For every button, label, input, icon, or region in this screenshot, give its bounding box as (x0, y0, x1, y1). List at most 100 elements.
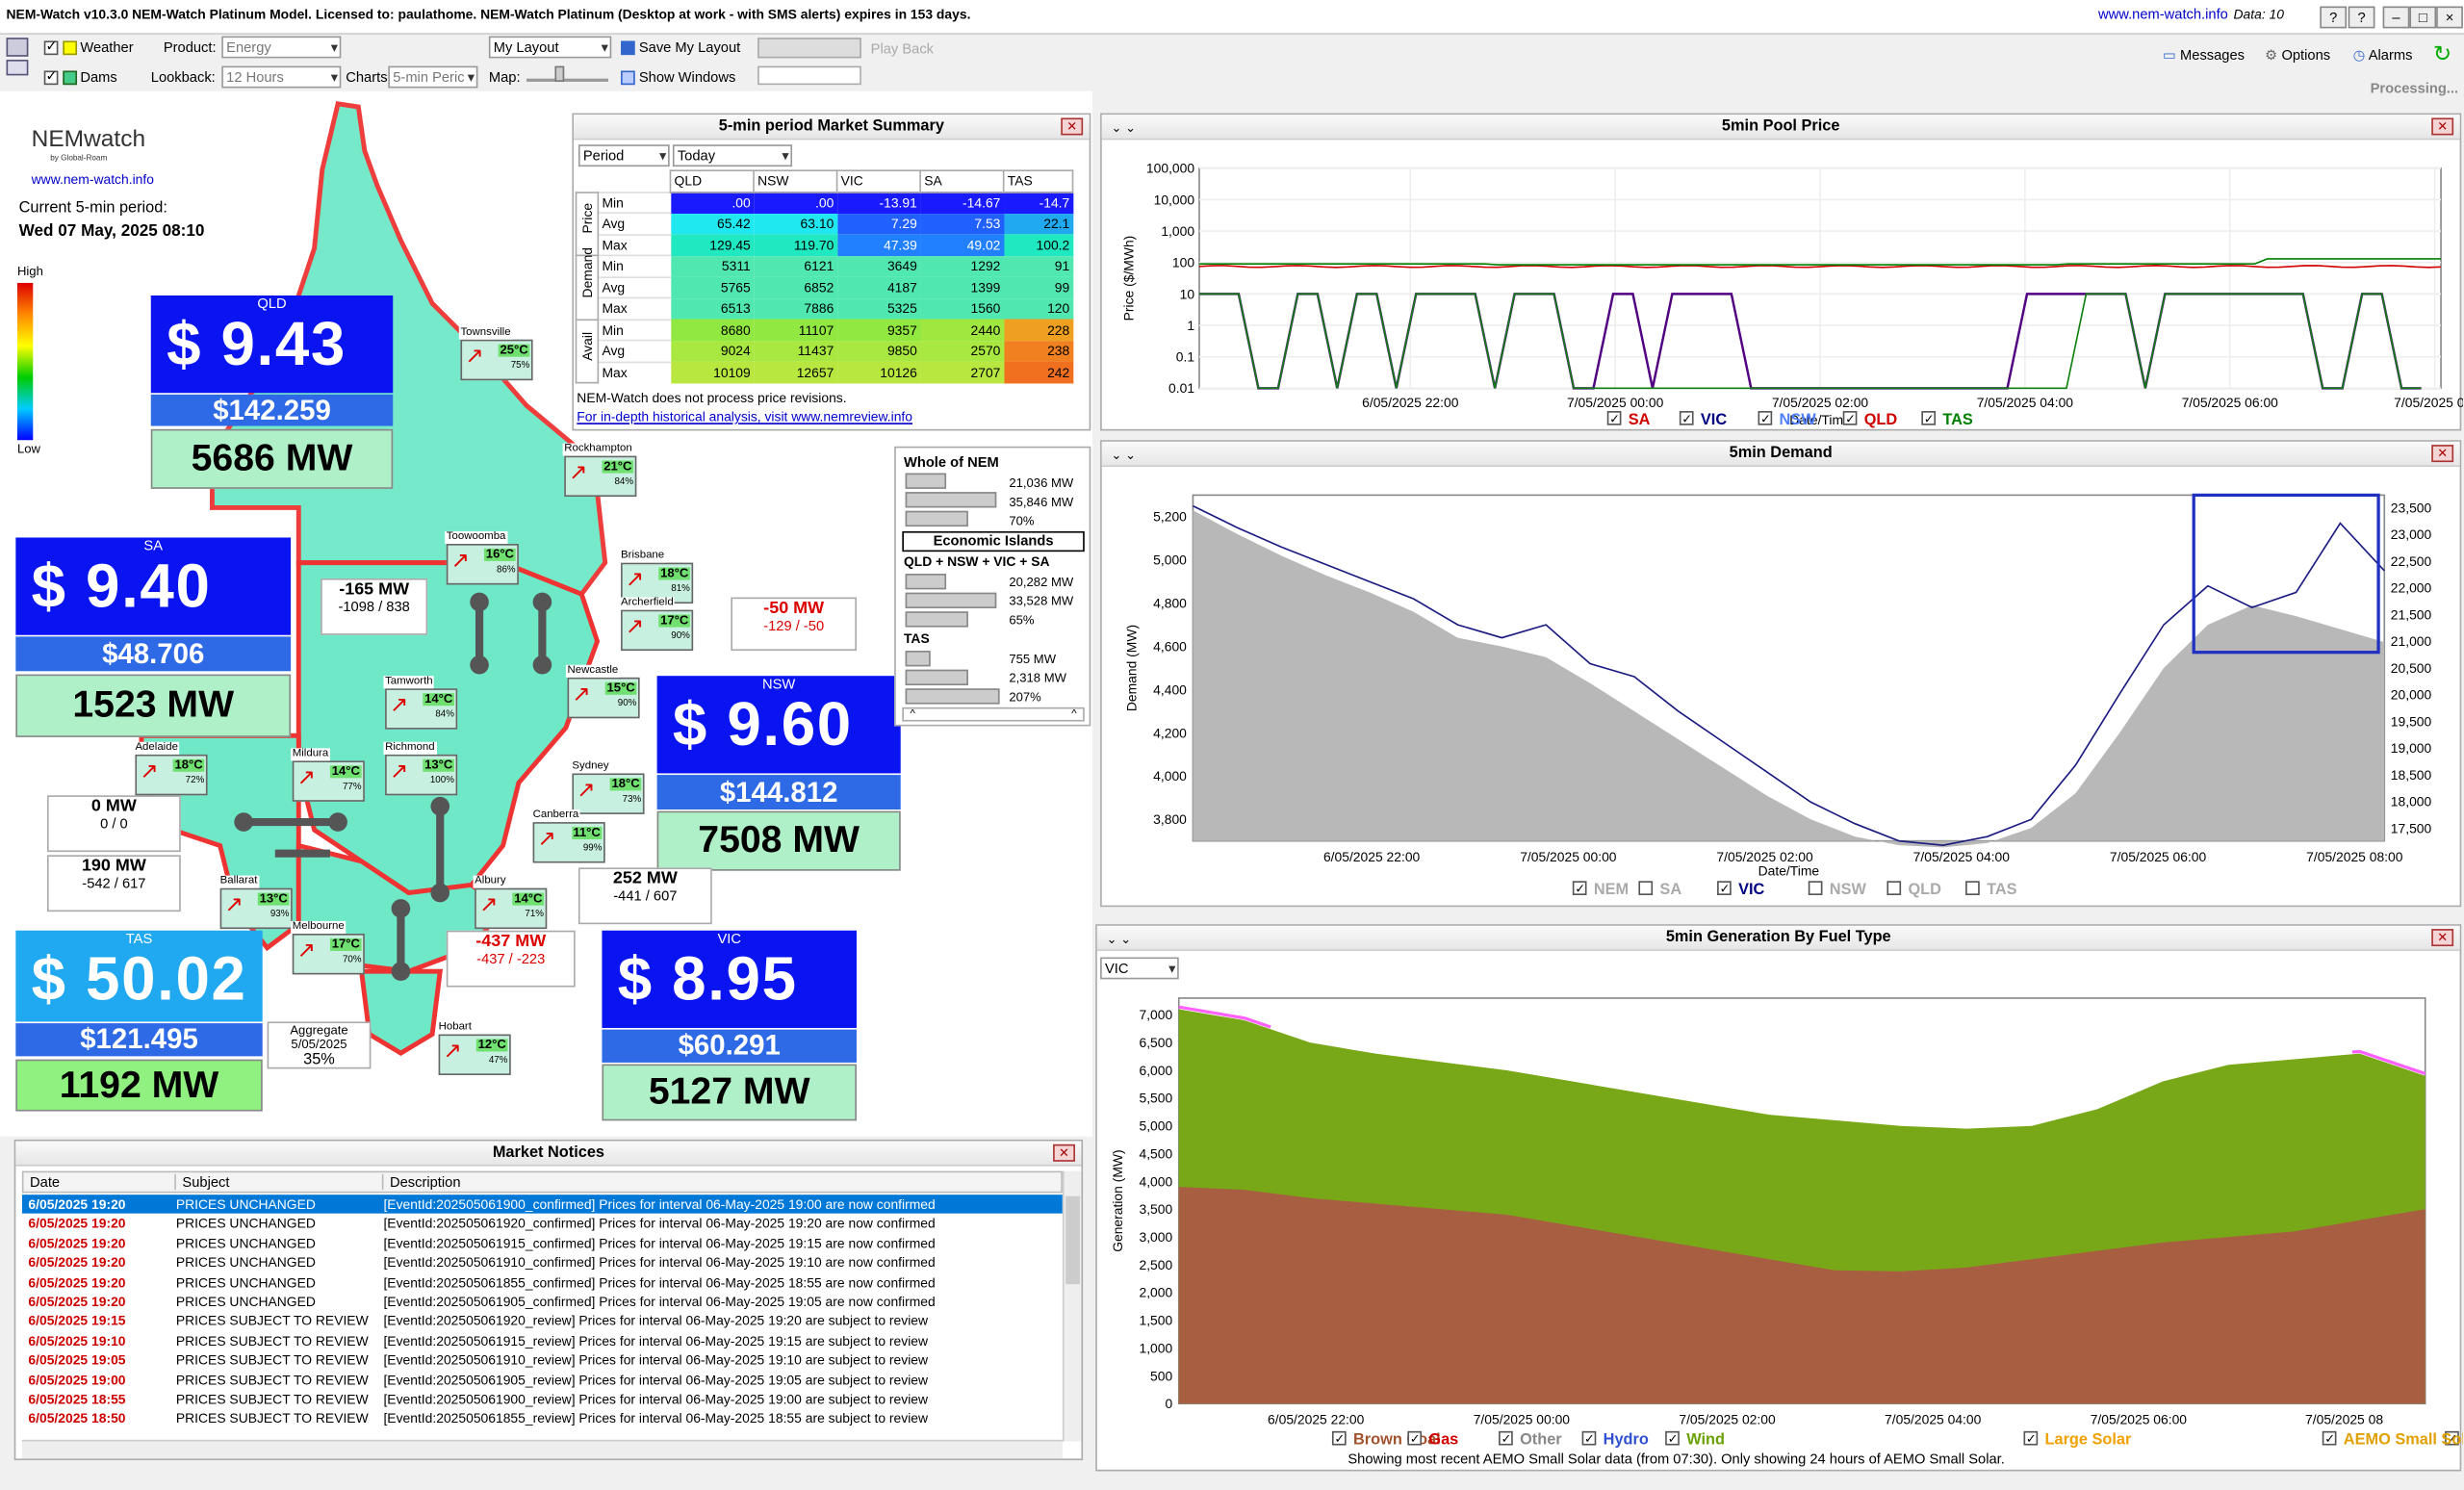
nsw-price-box[interactable]: NSW $ 9.60 (656, 676, 901, 774)
notice-row[interactable]: 6/05/2025 19:00 PRICES SUBJECT TO REVIEW [… (22, 1370, 1063, 1389)
close-icon[interactable]: ✕ (1061, 117, 1084, 136)
period-select[interactable]: Period (578, 144, 670, 167)
col-description[interactable]: Description (381, 1173, 461, 1191)
notice-row[interactable]: 6/05/2025 19:20 PRICES UNCHANGED [EventId:… (22, 1214, 1063, 1233)
legend-item[interactable]: ✓ Large Solar (2023, 1431, 2132, 1449)
qld-price-box[interactable]: QLD $ 9.43 (150, 295, 394, 394)
dams-checkbox[interactable] (43, 67, 59, 86)
interconnector-vic-nsw[interactable]: 252 MW -441 / 607 (578, 867, 712, 925)
close-icon[interactable]: × (2436, 6, 2463, 29)
interconnector-qld-nsw[interactable]: -165 MW -1098 / 838 (321, 578, 428, 635)
station-hobart[interactable]: Hobart ↗ 12°C 47% (436, 1021, 511, 1075)
interconnector-basslink[interactable]: -437 MW -437 / -223 (446, 930, 576, 988)
weather-checkbox[interactable] (43, 38, 59, 56)
alarms-button[interactable]: ◷ Alarms (2353, 47, 2413, 64)
today-select[interactable]: Today (672, 144, 793, 167)
station-richmond[interactable]: Richmond ↗ 13°C 100% (383, 741, 458, 796)
legend-item[interactable]: ✓ NEM (1572, 881, 1630, 898)
dams-toggle[interactable]: Dams (43, 67, 117, 86)
map-slider[interactable] (526, 65, 608, 82)
tas-price-box[interactable]: TAS $ 50.02 (15, 930, 263, 1022)
save-layout-button[interactable]: Save My Layout (621, 39, 740, 56)
notice-row[interactable]: 6/05/2025 19:15 PRICES SUBJECT TO REVIEW [… (22, 1312, 1063, 1331)
nemreview-link[interactable]: For in-depth historical analysis, visit … (577, 409, 912, 424)
legend-item[interactable]: ✓ Gas (1407, 1431, 1458, 1449)
legend-item[interactable]: ✓ NSW (1758, 411, 1816, 428)
station-tamworth[interactable]: Tamworth ↗ 14°C 84% (383, 676, 458, 730)
station-townsville[interactable]: Townsville ↗ 25°C 75% (458, 326, 533, 381)
close-icon[interactable]: ✕ (1053, 1143, 1075, 1162)
station-archerfield[interactable]: Archerfield ↗ 17°C 90% (619, 597, 694, 652)
legend-item[interactable]: TAS (1965, 881, 2017, 898)
playback-slider[interactable] (757, 65, 861, 86)
titlebar-url[interactable]: www.nem-watch.info (2098, 7, 2228, 22)
close-icon[interactable]: ✕ (2431, 929, 2454, 947)
notice-row[interactable]: 6/05/2025 19:10 PRICES SUBJECT TO REVIEW [… (22, 1331, 1063, 1350)
nem-scrollbar[interactable]: ^ ^ (902, 706, 1085, 722)
station-canberra[interactable]: Canberra ↗ 11°C 99% (530, 809, 605, 863)
maximize-icon[interactable]: □ (2409, 6, 2437, 29)
station-mildura[interactable]: Mildura ↗ 14°C 77% (291, 748, 365, 802)
station-adelaide[interactable]: Adelaide ↗ 18°C 72% (133, 741, 208, 796)
legend-item[interactable]: SA (1638, 881, 1681, 898)
nsw-demand[interactable]: 7508 MW (656, 810, 901, 871)
mail-icon[interactable] (6, 60, 29, 76)
sa-price-box[interactable]: SA $ 9.40 (15, 537, 292, 635)
layout-select[interactable]: My Layout (488, 36, 612, 59)
legend-item[interactable]: QLD (1886, 881, 1941, 898)
options-button[interactable]: ⚙ Options (2265, 47, 2330, 64)
station-sydney[interactable]: Sydney ↗ 18°C 73% (570, 760, 645, 814)
legend-item[interactable]: ✓ Other (1499, 1431, 1562, 1449)
notices-vscroll[interactable] (1062, 1170, 1082, 1442)
playback-label[interactable]: Play Back (871, 40, 934, 56)
legend-item[interactable]: ✓ Hydro (1581, 1431, 1649, 1449)
station-rockhampton[interactable]: Rockhampton ↗ 21°C 84% (562, 443, 637, 498)
legend-item[interactable]: ✓ Wind (1665, 1431, 1725, 1449)
help-icon-2[interactable]: ? (2348, 6, 2375, 29)
close-icon[interactable]: ✕ (2431, 445, 2454, 463)
aggregate-box[interactable]: Aggregate 5/05/2025 35% (267, 1021, 372, 1069)
playback-controls[interactable] (757, 38, 861, 59)
notice-row[interactable]: 6/05/2025 18:55 PRICES SUBJECT TO REVIEW [… (22, 1390, 1063, 1409)
close-icon[interactable]: ✕ (2431, 117, 2454, 136)
notice-row[interactable]: 6/05/2025 19:20 PRICES UNCHANGED [EventId:… (22, 1272, 1063, 1292)
station-ballarat[interactable]: Ballarat ↗ 13°C 93% (218, 875, 293, 930)
chevron-down-icon[interactable]: ⌄ ⌄ (1112, 448, 1137, 462)
chevron-down-icon[interactable]: ⌄ ⌄ (1107, 932, 1132, 946)
legend-item[interactable]: ✓ TAS (1921, 411, 1973, 428)
station-melbourne[interactable]: Melbourne ↗ 17°C 70% (291, 920, 365, 975)
legend-item[interactable]: ✓ Brown Coal (1331, 1431, 1441, 1449)
legend-item[interactable]: ✓ VIC (1717, 881, 1765, 898)
interconnector-terranora[interactable]: -50 MW -129 / -50 (731, 597, 857, 652)
product-select[interactable]: Energy (221, 36, 342, 59)
email-icon[interactable] (6, 38, 29, 57)
notice-row[interactable]: 6/05/2025 18:50 PRICES SUBJECT TO REVIEW [… (22, 1409, 1063, 1428)
legend-item[interactable]: ✓ AEMO Small Solar (2322, 1431, 2463, 1449)
station-albury[interactable]: Albury ↗ 14°C 71% (473, 875, 548, 930)
help-icon[interactable]: ? (2320, 6, 2348, 29)
notice-row[interactable]: 6/05/2025 19:20 PRICES UNCHANGED [EventId:… (22, 1292, 1063, 1311)
vic-demand[interactable]: 5127 MW (602, 1064, 857, 1121)
sa-demand[interactable]: 1523 MW (15, 674, 292, 737)
col-date[interactable]: Date (30, 1174, 60, 1190)
interconnector-murraylink[interactable]: 0 MW 0 / 0 (46, 795, 181, 853)
notice-row[interactable]: 6/05/2025 19:20 PRICES UNCHANGED [EventId:… (21, 1195, 1063, 1215)
notice-row[interactable]: 6/05/2025 19:05 PRICES SUBJECT TO REVIEW [… (22, 1350, 1063, 1370)
interconnector-heywood[interactable]: 190 MW -542 / 617 (46, 855, 181, 912)
tas-demand[interactable]: 1192 MW (15, 1059, 263, 1112)
notice-row[interactable]: 6/05/2025 19:20 PRICES UNCHANGED [EventId:… (22, 1253, 1063, 1272)
minimize-icon[interactable]: – (2382, 6, 2410, 29)
legend-item[interactable]: ✓ VIC (1679, 411, 1728, 428)
show-windows-button[interactable]: Show Windows (621, 69, 735, 86)
logo-url[interactable]: www.nem-watch.info (32, 171, 154, 187)
col-subject[interactable]: Subject (174, 1173, 229, 1191)
vic-price-box[interactable]: VIC $ 8.95 (602, 930, 857, 1028)
notice-row[interactable]: 6/05/2025 19:20 PRICES UNCHANGED [EventId:… (22, 1234, 1063, 1253)
qld-demand[interactable]: 5686 MW (150, 428, 394, 489)
chevron-down-icon[interactable]: ⌄ ⌄ (1112, 121, 1137, 136)
weather-toggle[interactable]: Weather (43, 38, 134, 56)
station-toowoomba[interactable]: Toowoomba ↗ 16°C 86% (445, 530, 519, 585)
legend-item[interactable]: ✓ QLD (1842, 411, 1898, 428)
legend-item[interactable]: ✓ SA (1606, 411, 1651, 428)
lookback-select[interactable]: 12 Hours (221, 65, 342, 89)
